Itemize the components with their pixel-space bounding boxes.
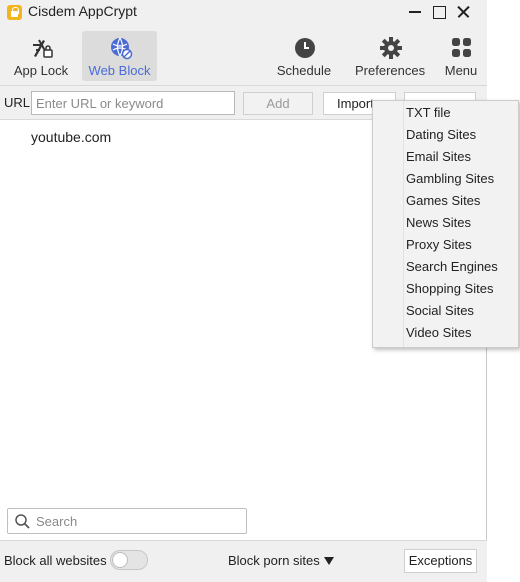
exceptions-button[interactable]: Exceptions: [404, 549, 477, 573]
block-porn-dropdown[interactable]: Block porn sites: [228, 553, 334, 568]
tab-menu-label: Menu: [444, 63, 478, 78]
caret-down-icon: [323, 557, 334, 565]
title-bar: Cisdem AppCrypt: [0, 0, 487, 24]
status-bar: Block all websites Block porn sites Exce…: [0, 540, 487, 582]
app-lock-icon: [33, 39, 53, 58]
close-button[interactable]: [455, 3, 473, 21]
toggle-knob: [112, 552, 128, 568]
block-porn-label: Block porn sites: [228, 553, 320, 568]
search-icon: [15, 514, 30, 529]
menu-item-txt-file[interactable]: TXT file: [406, 102, 516, 124]
tab-app-lock-label: App Lock: [13, 63, 69, 78]
tab-menu[interactable]: Menu: [440, 31, 482, 81]
menu-item-shopping-sites[interactable]: Shopping Sites: [406, 278, 516, 300]
gear-icon: [380, 37, 402, 59]
main-toolbar: App Lock Web Block Schedule Preferences …: [0, 24, 487, 86]
list-item[interactable]: youtube.com: [31, 129, 111, 145]
url-input[interactable]: [31, 91, 235, 115]
import-dropdown-menu: TXT file Dating Sites Email Sites Gambli…: [372, 100, 519, 348]
tab-schedule-label: Schedule: [276, 63, 332, 78]
menu-item-search-engines[interactable]: Search Engines: [406, 256, 516, 278]
block-all-toggle[interactable]: [110, 550, 148, 570]
clock-icon: [295, 38, 315, 58]
grid-icon: [452, 38, 471, 57]
tab-preferences-label: Preferences: [355, 63, 426, 78]
menu-item-games-sites[interactable]: Games Sites: [406, 190, 516, 212]
menu-item-dating-sites[interactable]: Dating Sites: [406, 124, 516, 146]
app-lock-logo-icon: [7, 5, 22, 20]
block-all-label: Block all websites: [4, 553, 107, 568]
tab-app-lock[interactable]: App Lock: [10, 31, 72, 81]
tab-schedule[interactable]: Schedule: [276, 31, 332, 81]
tab-web-block-label: Web Block: [88, 63, 151, 78]
minimize-button[interactable]: [406, 3, 424, 21]
menu-item-video-sites[interactable]: Video Sites: [406, 322, 516, 344]
window-title: Cisdem AppCrypt: [28, 3, 137, 19]
menu-item-proxy-sites[interactable]: Proxy Sites: [406, 234, 516, 256]
url-label: URL: [4, 95, 31, 110]
search-input[interactable]: [36, 512, 241, 530]
menu-item-news-sites[interactable]: News Sites: [406, 212, 516, 234]
menu-item-email-sites[interactable]: Email Sites: [406, 146, 516, 168]
tab-preferences[interactable]: Preferences: [355, 31, 425, 81]
menu-item-social-sites[interactable]: Social Sites: [406, 300, 516, 322]
add-button[interactable]: Add: [243, 92, 313, 115]
menu-gutter: [403, 101, 404, 347]
globe-block-icon: [110, 37, 132, 60]
tab-web-block[interactable]: Web Block: [82, 31, 157, 81]
search-box[interactable]: [7, 508, 247, 534]
maximize-button[interactable]: [430, 3, 448, 21]
menu-item-gambling-sites[interactable]: Gambling Sites: [406, 168, 516, 190]
